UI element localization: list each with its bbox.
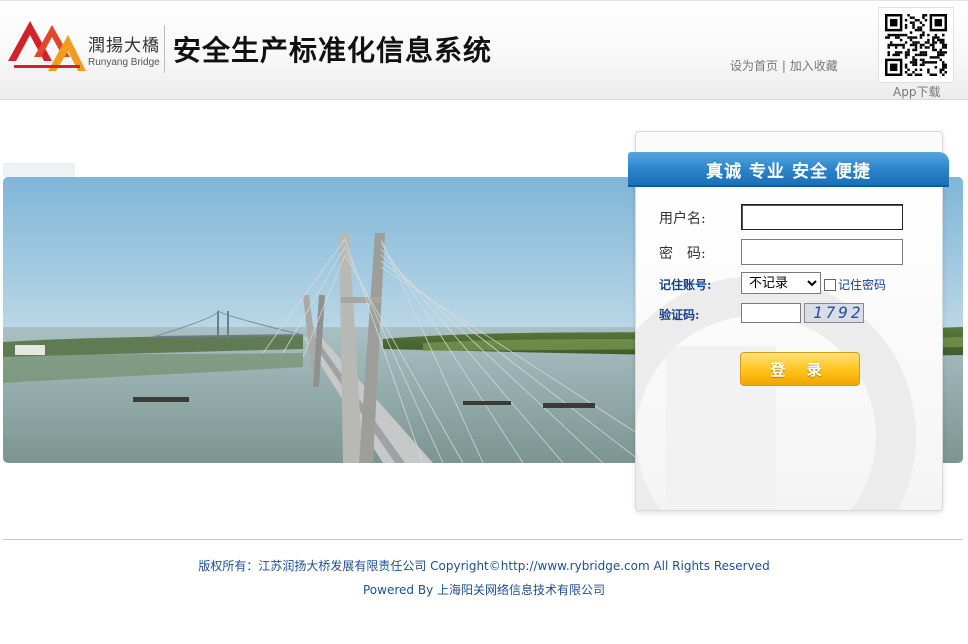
- password-input[interactable]: [741, 239, 903, 265]
- link-separator: |: [781, 59, 786, 73]
- banner-tab: [3, 163, 75, 177]
- footer-copyright: 版权所有：江苏润扬大桥发展有限责任公司 Copyright©http://www…: [198, 559, 770, 573]
- remember-password-label: 记住密码: [838, 278, 887, 292]
- username-label: 用户名:: [659, 211, 706, 227]
- set-homepage-link[interactable]: 设为首页: [730, 59, 778, 73]
- page-header: 潤揚大橋 Runyang Bridge 安全生产标准化信息系统 设为首页 | 加…: [0, 0, 968, 100]
- footer-powered-by: Powered By 上海阳关网络信息技术有限公司: [363, 583, 605, 597]
- login-page: 潤揚大橋 Runyang Bridge 安全生产标准化信息系统 设为首页 | 加…: [0, 0, 968, 644]
- logo-chinese-text: 潤揚大橋: [88, 36, 160, 56]
- checkbox-icon[interactable]: [824, 278, 836, 291]
- watermark-graphic: [636, 276, 916, 510]
- add-bookmark-link[interactable]: 加入收藏: [790, 59, 838, 73]
- runyang-logo[interactable]: 潤揚大橋 Runyang Bridge: [8, 17, 160, 75]
- remember-account-label: 记住账号:: [659, 278, 712, 292]
- runyang-logo-icon: [8, 21, 86, 71]
- app-download-label: App下载: [893, 85, 941, 99]
- slogan-text: 真诚 专业 安全 便捷: [706, 162, 871, 182]
- header-divider: [164, 25, 165, 73]
- remember-account-select[interactable]: 不记录: [741, 272, 821, 294]
- qr-code-icon: [885, 14, 947, 76]
- password-label: 密 码:: [659, 246, 706, 262]
- username-input[interactable]: [741, 204, 903, 230]
- captcha-code: 1792: [813, 303, 864, 322]
- slogan-bar: 真诚 专业 安全 便捷: [628, 152, 949, 187]
- captcha-input[interactable]: [741, 303, 801, 323]
- logo-english-text: Runyang Bridge: [88, 57, 160, 68]
- login-form-body: [636, 186, 942, 510]
- app-qr-code[interactable]: [878, 7, 954, 83]
- remember-password[interactable]: 记住密码: [824, 274, 886, 292]
- footer-divider: [3, 539, 963, 540]
- captcha-image[interactable]: 1792: [804, 303, 864, 323]
- captcha-label: 验证码:: [659, 308, 700, 322]
- login-button[interactable]: 登 录: [740, 352, 860, 386]
- header-links: 设为首页 | 加入收藏: [730, 57, 838, 74]
- site-title: 安全生产标准化信息系统: [173, 34, 493, 67]
